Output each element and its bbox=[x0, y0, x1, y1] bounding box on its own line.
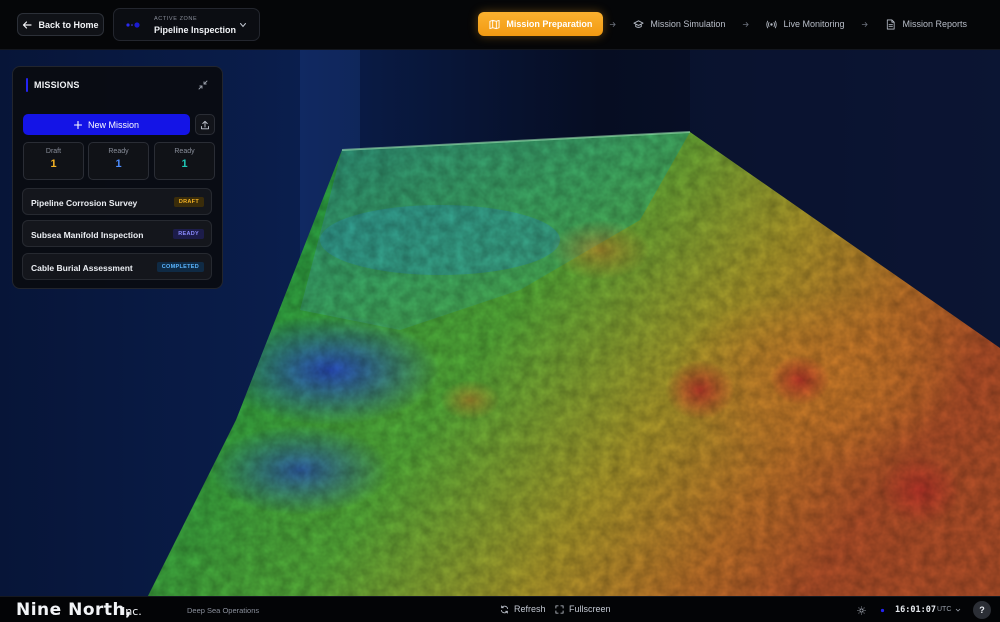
stat-value: 1 bbox=[50, 158, 57, 170]
chevron-down-icon[interactable] bbox=[955, 607, 961, 613]
mission-item[interactable]: Pipeline Corrosion Survey DRAFT bbox=[22, 188, 212, 215]
app-subtitle: Deep Sea Operations bbox=[187, 606, 260, 615]
step-label: Live Monitoring bbox=[783, 19, 845, 29]
stat-value: 1 bbox=[115, 158, 122, 170]
stat-label: Draft bbox=[45, 148, 62, 155]
brand-suffix: Inc. bbox=[122, 605, 142, 618]
plus-icon bbox=[73, 120, 82, 129]
active-zone-name: Pipeline Inspection bbox=[154, 25, 237, 35]
stat-ready[interactable]: Ready 1 bbox=[88, 142, 149, 180]
timezone-label[interactable]: UTC bbox=[937, 606, 951, 613]
refresh-label: Refresh bbox=[514, 604, 546, 614]
missions-panel: MISSIONS New Mission Draft 1 Ready 1 Rea… bbox=[12, 66, 223, 289]
mission-name: Pipeline Corrosion Survey bbox=[31, 198, 138, 208]
fullscreen-label: Fullscreen bbox=[569, 604, 611, 614]
back-to-home-button[interactable]: Back to Home bbox=[17, 13, 104, 36]
collapse-icon[interactable] bbox=[198, 80, 208, 90]
arrow-left-icon bbox=[23, 20, 33, 29]
refresh-button[interactable]: Refresh bbox=[500, 604, 546, 614]
mission-name: Subsea Manifold Inspection bbox=[31, 230, 144, 240]
step-label: Mission Preparation bbox=[506, 19, 593, 29]
refresh-icon bbox=[500, 604, 509, 614]
chevron-down-icon bbox=[240, 23, 246, 28]
new-mission-button[interactable]: New Mission bbox=[23, 114, 190, 135]
stat-ready-second[interactable]: Ready 1 bbox=[154, 142, 215, 180]
clock-time: 16:01:07 bbox=[895, 605, 936, 615]
stat-draft[interactable]: Draft 1 bbox=[23, 142, 84, 180]
mission-item[interactable]: Cable Burial Assessment COMPLETED bbox=[22, 253, 212, 280]
help-icon: ? bbox=[979, 605, 985, 615]
brand-logo-text: Nine North, bbox=[16, 600, 133, 620]
connection-status-icon bbox=[880, 608, 885, 613]
step-mission-reports[interactable]: Mission Reports bbox=[874, 12, 978, 36]
help-button[interactable]: ? bbox=[973, 601, 991, 619]
status-badge: DRAFT bbox=[173, 197, 204, 207]
stat-label: Ready bbox=[174, 148, 195, 155]
mission-name: Cable Burial Assessment bbox=[31, 263, 133, 273]
stat-value: 1 bbox=[181, 158, 188, 170]
step-label: Mission Reports bbox=[902, 19, 967, 29]
graduation-cap-icon bbox=[633, 19, 644, 28]
workflow-steps: Mission Preparation Mission Simulation L… bbox=[478, 12, 978, 36]
step-mission-simulation[interactable]: Mission Simulation bbox=[622, 12, 736, 36]
step-mission-preparation[interactable]: Mission Preparation bbox=[478, 12, 604, 36]
fullscreen-button[interactable]: Fullscreen bbox=[555, 604, 611, 614]
upload-button[interactable] bbox=[195, 114, 215, 135]
top-bar: Back to Home ACTIVE ZONE Pipeline Inspec… bbox=[0, 0, 1000, 50]
document-icon bbox=[887, 19, 896, 29]
arrow-right-icon bbox=[743, 21, 750, 27]
active-zone-caption: ACTIVE ZONE bbox=[154, 16, 198, 22]
fullscreen-icon bbox=[555, 604, 564, 614]
arrow-right-icon bbox=[862, 21, 869, 27]
arrow-right-icon bbox=[610, 21, 617, 27]
new-mission-label: New Mission bbox=[87, 119, 139, 130]
panel-accent-bar bbox=[26, 78, 28, 92]
status-badge: READY bbox=[173, 229, 204, 239]
step-live-monitoring[interactable]: Live Monitoring bbox=[755, 12, 855, 36]
upload-icon bbox=[201, 120, 209, 129]
status-badge: COMPLETED bbox=[156, 262, 204, 272]
zone-dots-icon bbox=[126, 22, 140, 28]
active-zone-selector[interactable]: ACTIVE ZONE Pipeline Inspection bbox=[113, 8, 260, 41]
missions-panel-title: MISSIONS bbox=[34, 80, 80, 90]
broadcast-icon bbox=[766, 20, 778, 28]
mission-item[interactable]: Subsea Manifold Inspection READY bbox=[22, 220, 212, 247]
back-to-home-label: Back to Home bbox=[38, 19, 99, 30]
map-icon bbox=[489, 19, 500, 29]
step-label: Mission Simulation bbox=[650, 19, 726, 29]
bottom-bar: Nine North, Inc. Deep Sea Operations Ref… bbox=[0, 596, 1000, 622]
stat-label: Ready bbox=[108, 148, 129, 155]
sun-icon[interactable] bbox=[857, 606, 866, 615]
